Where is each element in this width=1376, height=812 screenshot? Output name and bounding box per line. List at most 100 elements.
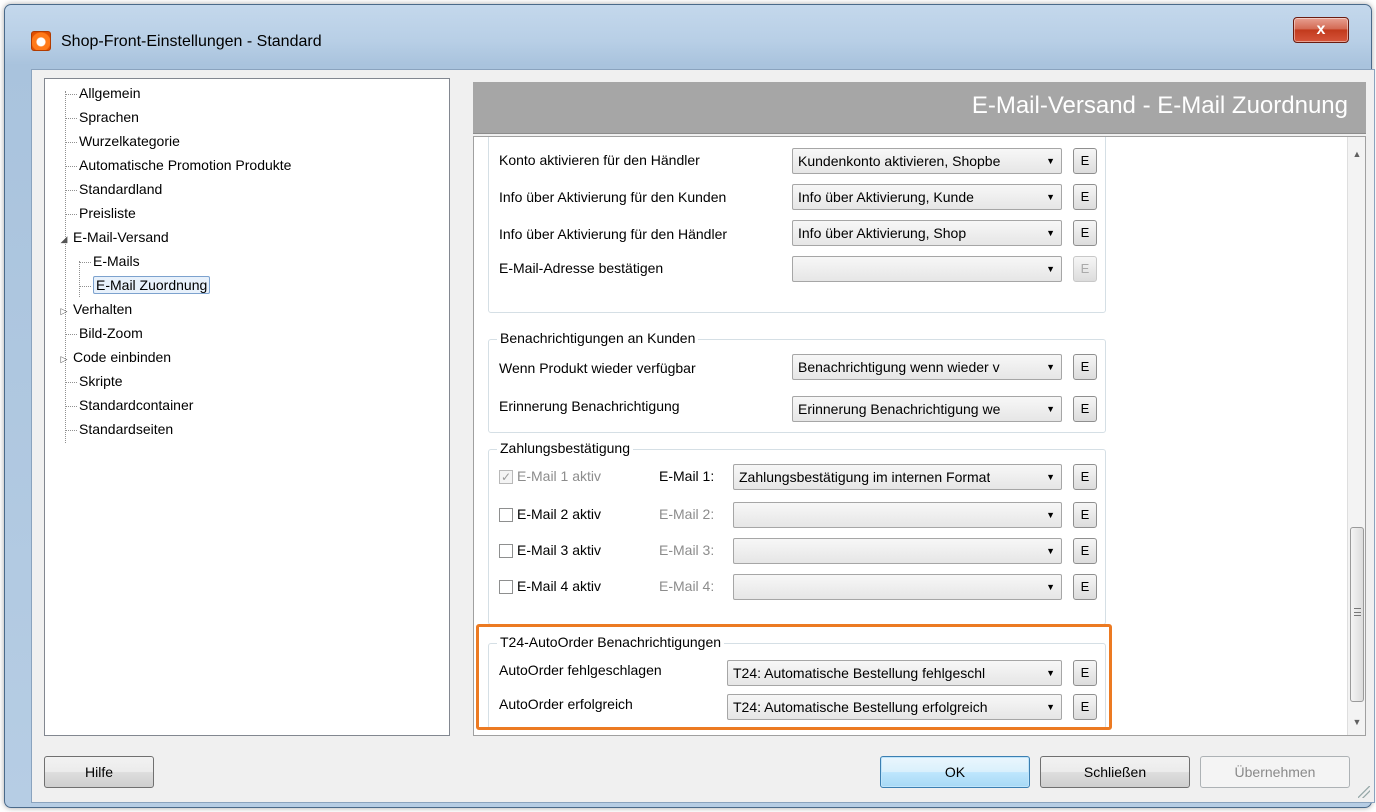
- group-account-activation: Konto aktivieren für den Händler Kundenk…: [488, 137, 1106, 313]
- tree-item-label: Skripte: [79, 373, 123, 389]
- combo-value: Info über Aktivierung, Kunde: [798, 189, 974, 205]
- group-title: Benachrichtigungen an Kunden: [497, 330, 699, 346]
- row-label: Wenn Produkt wieder verfügbar: [499, 360, 696, 376]
- row-label: Konto aktivieren für den Händler: [499, 152, 700, 168]
- edit-button[interactable]: E: [1073, 354, 1097, 380]
- tree-item-label: Wurzelkategorie: [79, 133, 180, 149]
- row-label: E-Mail-Adresse bestätigen: [499, 260, 664, 276]
- edit-button[interactable]: E: [1073, 148, 1097, 174]
- collapsed-triangle-icon[interactable]: ▷: [59, 348, 69, 370]
- tree-item-standardseiten[interactable]: Standardseiten: [65, 418, 173, 440]
- section-title: E-Mail-Versand - E-Mail Zuordnung: [971, 92, 1348, 119]
- email1-active-checkbox[interactable]: ✓: [499, 470, 513, 484]
- tree-item-label: E-Mail-Versand: [73, 229, 169, 245]
- chevron-down-icon: ▼: [1046, 228, 1055, 238]
- title-bar[interactable]: Shop-Front-Einstellungen - Standard x: [5, 5, 1371, 63]
- account-info-merchant-select[interactable]: Info über Aktivierung, Shop ▼: [792, 220, 1062, 246]
- autoorder-failed-select[interactable]: T24: Automatische Bestellung fehlgeschl ▼: [727, 660, 1062, 686]
- tree-item-label: Automatische Promotion Produkte: [79, 157, 292, 173]
- email-confirm-select[interactable]: ▼: [792, 256, 1062, 282]
- email3-active-checkbox[interactable]: [499, 544, 513, 558]
- help-button[interactable]: Hilfe: [44, 756, 154, 788]
- tree-item-label: Sprachen: [79, 109, 139, 125]
- email3-select[interactable]: ▼: [733, 538, 1062, 564]
- scroll-down-icon[interactable]: ▼: [1348, 713, 1365, 731]
- apply-button[interactable]: Übernehmen: [1200, 756, 1350, 788]
- chevron-down-icon: ▼: [1046, 510, 1055, 520]
- edit-button[interactable]: E: [1073, 256, 1097, 282]
- edit-button[interactable]: E: [1073, 396, 1097, 422]
- notify-reminder-select[interactable]: Erinnerung Benachrichtigung we ▼: [792, 396, 1062, 422]
- tree-item-automatische-promotion[interactable]: Automatische Promotion Produkte: [65, 154, 291, 176]
- tree-item-verhalten[interactable]: ▷ Verhalten: [59, 298, 133, 322]
- email2-select[interactable]: ▼: [733, 502, 1062, 528]
- window-close-button[interactable]: x: [1293, 17, 1349, 43]
- edit-button[interactable]: E: [1073, 574, 1097, 600]
- settings-tree: Allgemein Sprachen Wurzelkategorie Autom…: [44, 78, 450, 736]
- tree-item-code-einbinden[interactable]: ▷ Code einbinden: [59, 346, 172, 370]
- combo-value: Erinnerung Benachrichtigung we: [798, 401, 1001, 417]
- autoorder-success-select[interactable]: T24: Automatische Bestellung erfolgreich…: [727, 694, 1062, 720]
- close-button[interactable]: Schließen: [1040, 756, 1190, 788]
- combo-value: Kundenkonto aktivieren, Shopbe: [798, 153, 1001, 169]
- chevron-down-icon: ▼: [1046, 156, 1055, 166]
- tree-item-emails[interactable]: E-Mails: [79, 250, 140, 272]
- edit-button[interactable]: E: [1073, 694, 1097, 720]
- edit-button[interactable]: E: [1073, 502, 1097, 528]
- grip-icon: [1354, 608, 1361, 616]
- tree-item-sprachen[interactable]: Sprachen: [65, 106, 139, 128]
- tree-item-email-zuordnung[interactable]: E-Mail Zuordnung: [79, 274, 211, 296]
- checkbox-label: E-Mail 2 aktiv: [517, 506, 602, 522]
- dialog-window: Shop-Front-Einstellungen - Standard x Al…: [4, 4, 1375, 808]
- row-label: Info über Aktivierung für den Kunden: [499, 189, 727, 205]
- expanded-triangle-icon[interactable]: ◢: [59, 228, 69, 250]
- checkbox-label: E-Mail 4 aktiv: [517, 578, 602, 594]
- tree-item-standardcontainer[interactable]: Standardcontainer: [65, 394, 193, 416]
- group-customer-notifications: Benachrichtigungen an Kunden Wenn Produk…: [488, 330, 1106, 433]
- scrollbar-thumb[interactable]: [1350, 527, 1364, 702]
- chevron-down-icon: ▼: [1046, 668, 1055, 678]
- row-label: Info über Aktivierung für den Händler: [499, 226, 728, 242]
- app-logo-icon: [31, 31, 51, 51]
- tree-item-email-versand[interactable]: ◢ E-Mail-Versand: [59, 226, 169, 248]
- email4-select[interactable]: ▼: [733, 574, 1062, 600]
- edit-button[interactable]: E: [1073, 220, 1097, 246]
- tree-item-label: Standardseiten: [79, 421, 174, 437]
- row-label: Erinnerung Benachrichtigung: [499, 398, 680, 414]
- edit-button[interactable]: E: [1073, 464, 1097, 490]
- tree-item-preisliste[interactable]: Preisliste: [65, 202, 136, 224]
- vertical-scrollbar[interactable]: ▲ ▼: [1347, 137, 1365, 735]
- resize-grip-icon[interactable]: [1358, 786, 1370, 798]
- email-slot-label: E-Mail 4:: [659, 578, 715, 594]
- email-slot-label: E-Mail 3:: [659, 542, 715, 558]
- tree-item-allgemein[interactable]: Allgemein: [65, 82, 140, 104]
- window-title: Shop-Front-Einstellungen - Standard: [61, 33, 322, 50]
- checkbox-label: E-Mail 1 aktiv: [517, 468, 602, 484]
- row-label: AutoOrder erfolgreich: [499, 696, 633, 712]
- tree-item-skripte[interactable]: Skripte: [65, 370, 123, 392]
- chevron-down-icon: ▼: [1046, 546, 1055, 556]
- ok-button[interactable]: OK: [880, 756, 1030, 788]
- tree-item-wurzelkategorie[interactable]: Wurzelkategorie: [65, 130, 180, 152]
- notify-restock-select[interactable]: Benachrichtigung wenn wieder v ▼: [792, 354, 1062, 380]
- chevron-down-icon: ▼: [1046, 264, 1055, 274]
- chevron-down-icon: ▼: [1046, 362, 1055, 372]
- account-activate-merchant-select[interactable]: Kundenkonto aktivieren, Shopbe ▼: [792, 148, 1062, 174]
- account-info-customer-select[interactable]: Info über Aktivierung, Kunde ▼: [792, 184, 1062, 210]
- collapsed-triangle-icon[interactable]: ▷: [59, 300, 69, 322]
- chevron-down-icon: ▼: [1046, 702, 1055, 712]
- email1-select[interactable]: Zahlungsbestätigung im internen Format ▼: [733, 464, 1062, 490]
- email2-active-checkbox[interactable]: [499, 508, 513, 522]
- edit-button[interactable]: E: [1073, 538, 1097, 564]
- tree-item-bild-zoom[interactable]: Bild-Zoom: [65, 322, 143, 344]
- chevron-down-icon: ▼: [1046, 192, 1055, 202]
- edit-button[interactable]: E: [1073, 660, 1097, 686]
- edit-button[interactable]: E: [1073, 184, 1097, 210]
- email-slot-label: E-Mail 1:: [659, 468, 715, 484]
- chevron-down-icon: ▼: [1046, 472, 1055, 482]
- chevron-down-icon: ▼: [1046, 582, 1055, 592]
- scroll-up-icon[interactable]: ▲: [1348, 145, 1365, 163]
- email4-active-checkbox[interactable]: [499, 580, 513, 594]
- tree-item-standardland[interactable]: Standardland: [65, 178, 162, 200]
- tree-item-label: Standardland: [79, 181, 163, 197]
